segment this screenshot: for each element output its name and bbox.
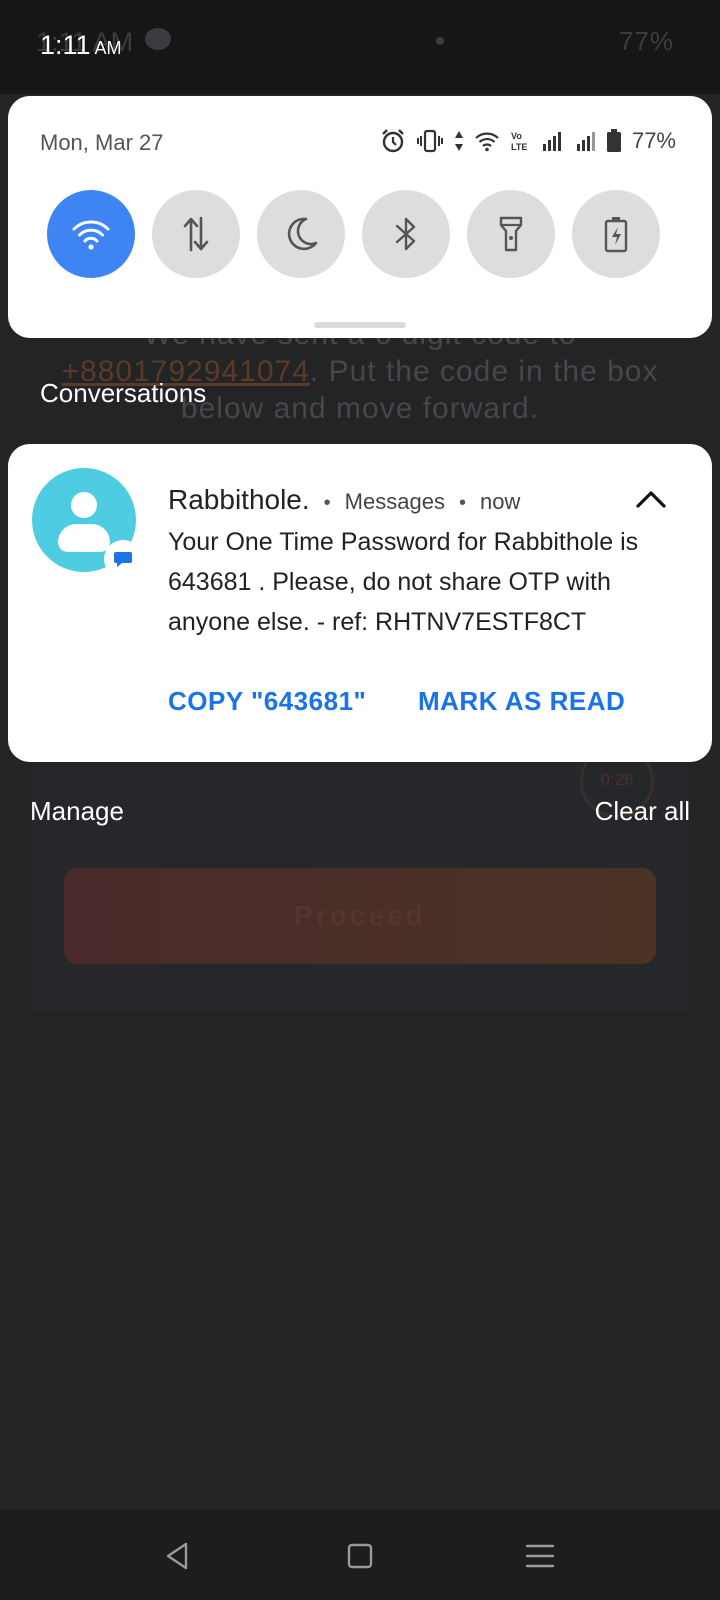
proceed-button[interactable]: Proceed: [64, 868, 656, 964]
battery-charge-icon: [604, 217, 628, 253]
clock-ampm: AM: [94, 38, 122, 58]
svg-text:LTE: LTE: [511, 142, 527, 152]
avatar-head: [71, 492, 97, 518]
tile-flashlight[interactable]: [467, 190, 555, 278]
notification-message: Your One Time Password for Rabbithole is…: [168, 528, 639, 636]
copy-code-button[interactable]: COPY "643681": [168, 686, 366, 717]
tile-bluetooth[interactable]: [362, 190, 450, 278]
vibrate-icon: [416, 129, 443, 153]
notification-sender: Rabbithole.: [168, 484, 310, 515]
avatar-body: [58, 524, 110, 552]
alarm-icon: [382, 129, 404, 153]
qs-status-icons: Vo LTE 77%: [380, 124, 676, 158]
recents-menu-icon[interactable]: [522, 1538, 558, 1574]
timer-text: 0:26: [600, 770, 634, 789]
data-activity-icon: [454, 131, 463, 151]
clear-all-button[interactable]: Clear all: [595, 796, 690, 827]
svg-text:Vo: Vo: [511, 131, 522, 141]
home-icon[interactable]: [342, 1538, 378, 1574]
mark-as-read-button[interactable]: MARK AS READ: [418, 686, 625, 717]
signal-sim1-icon: [542, 132, 561, 151]
status-clock: 1:11 AM: [40, 30, 122, 61]
separator-dot: •: [458, 492, 466, 514]
back-icon[interactable]: [160, 1538, 196, 1574]
notification-app-name: Messages: [344, 489, 445, 514]
wifi-icon: [72, 220, 110, 250]
bluetooth-icon: [395, 217, 416, 251]
separator-dot: •: [323, 492, 331, 514]
quick-settings-panel: Mon, Mar 27 Vo LTE 77%: [8, 96, 712, 338]
notification-header: Rabbithole. • Messages • now: [168, 484, 520, 516]
data-arrows-icon: [183, 216, 209, 252]
tile-dark-mode[interactable]: [257, 190, 345, 278]
moon-icon: [287, 217, 318, 251]
dimmed-dot-icon: [436, 37, 444, 45]
notification-time: now: [479, 489, 521, 514]
signal-sim2-icon: [576, 132, 595, 151]
flashlight-icon: [499, 216, 523, 252]
message-notification[interactable]: Rabbithole. • Messages • now Your One Ti…: [8, 444, 712, 762]
battery-status-icon: [606, 129, 621, 152]
qs-drag-handle[interactable]: [314, 322, 406, 328]
dimmed-battery-text: 77%: [618, 26, 674, 56]
tile-wifi[interactable]: [47, 190, 135, 278]
chat-bubble-icon: [114, 552, 132, 567]
messages-badge: [104, 540, 142, 578]
volte-icon: VoLTE: [511, 131, 527, 152]
tile-mobile-data[interactable]: [152, 190, 240, 278]
qs-battery-percent: 77%: [631, 128, 676, 153]
conversations-header: Conversations: [40, 378, 207, 408]
collapse-chevron-icon[interactable]: [634, 486, 668, 510]
clock-time: 1:11: [40, 30, 91, 60]
dimmed-chat-icon: [145, 28, 171, 50]
tile-battery-saver[interactable]: [572, 190, 660, 278]
manage-button[interactable]: Manage: [30, 796, 124, 827]
qs-date: Mon, Mar 27: [40, 130, 164, 155]
wifi-status-icon: [475, 132, 499, 152]
navigation-bar: [0, 1510, 720, 1600]
